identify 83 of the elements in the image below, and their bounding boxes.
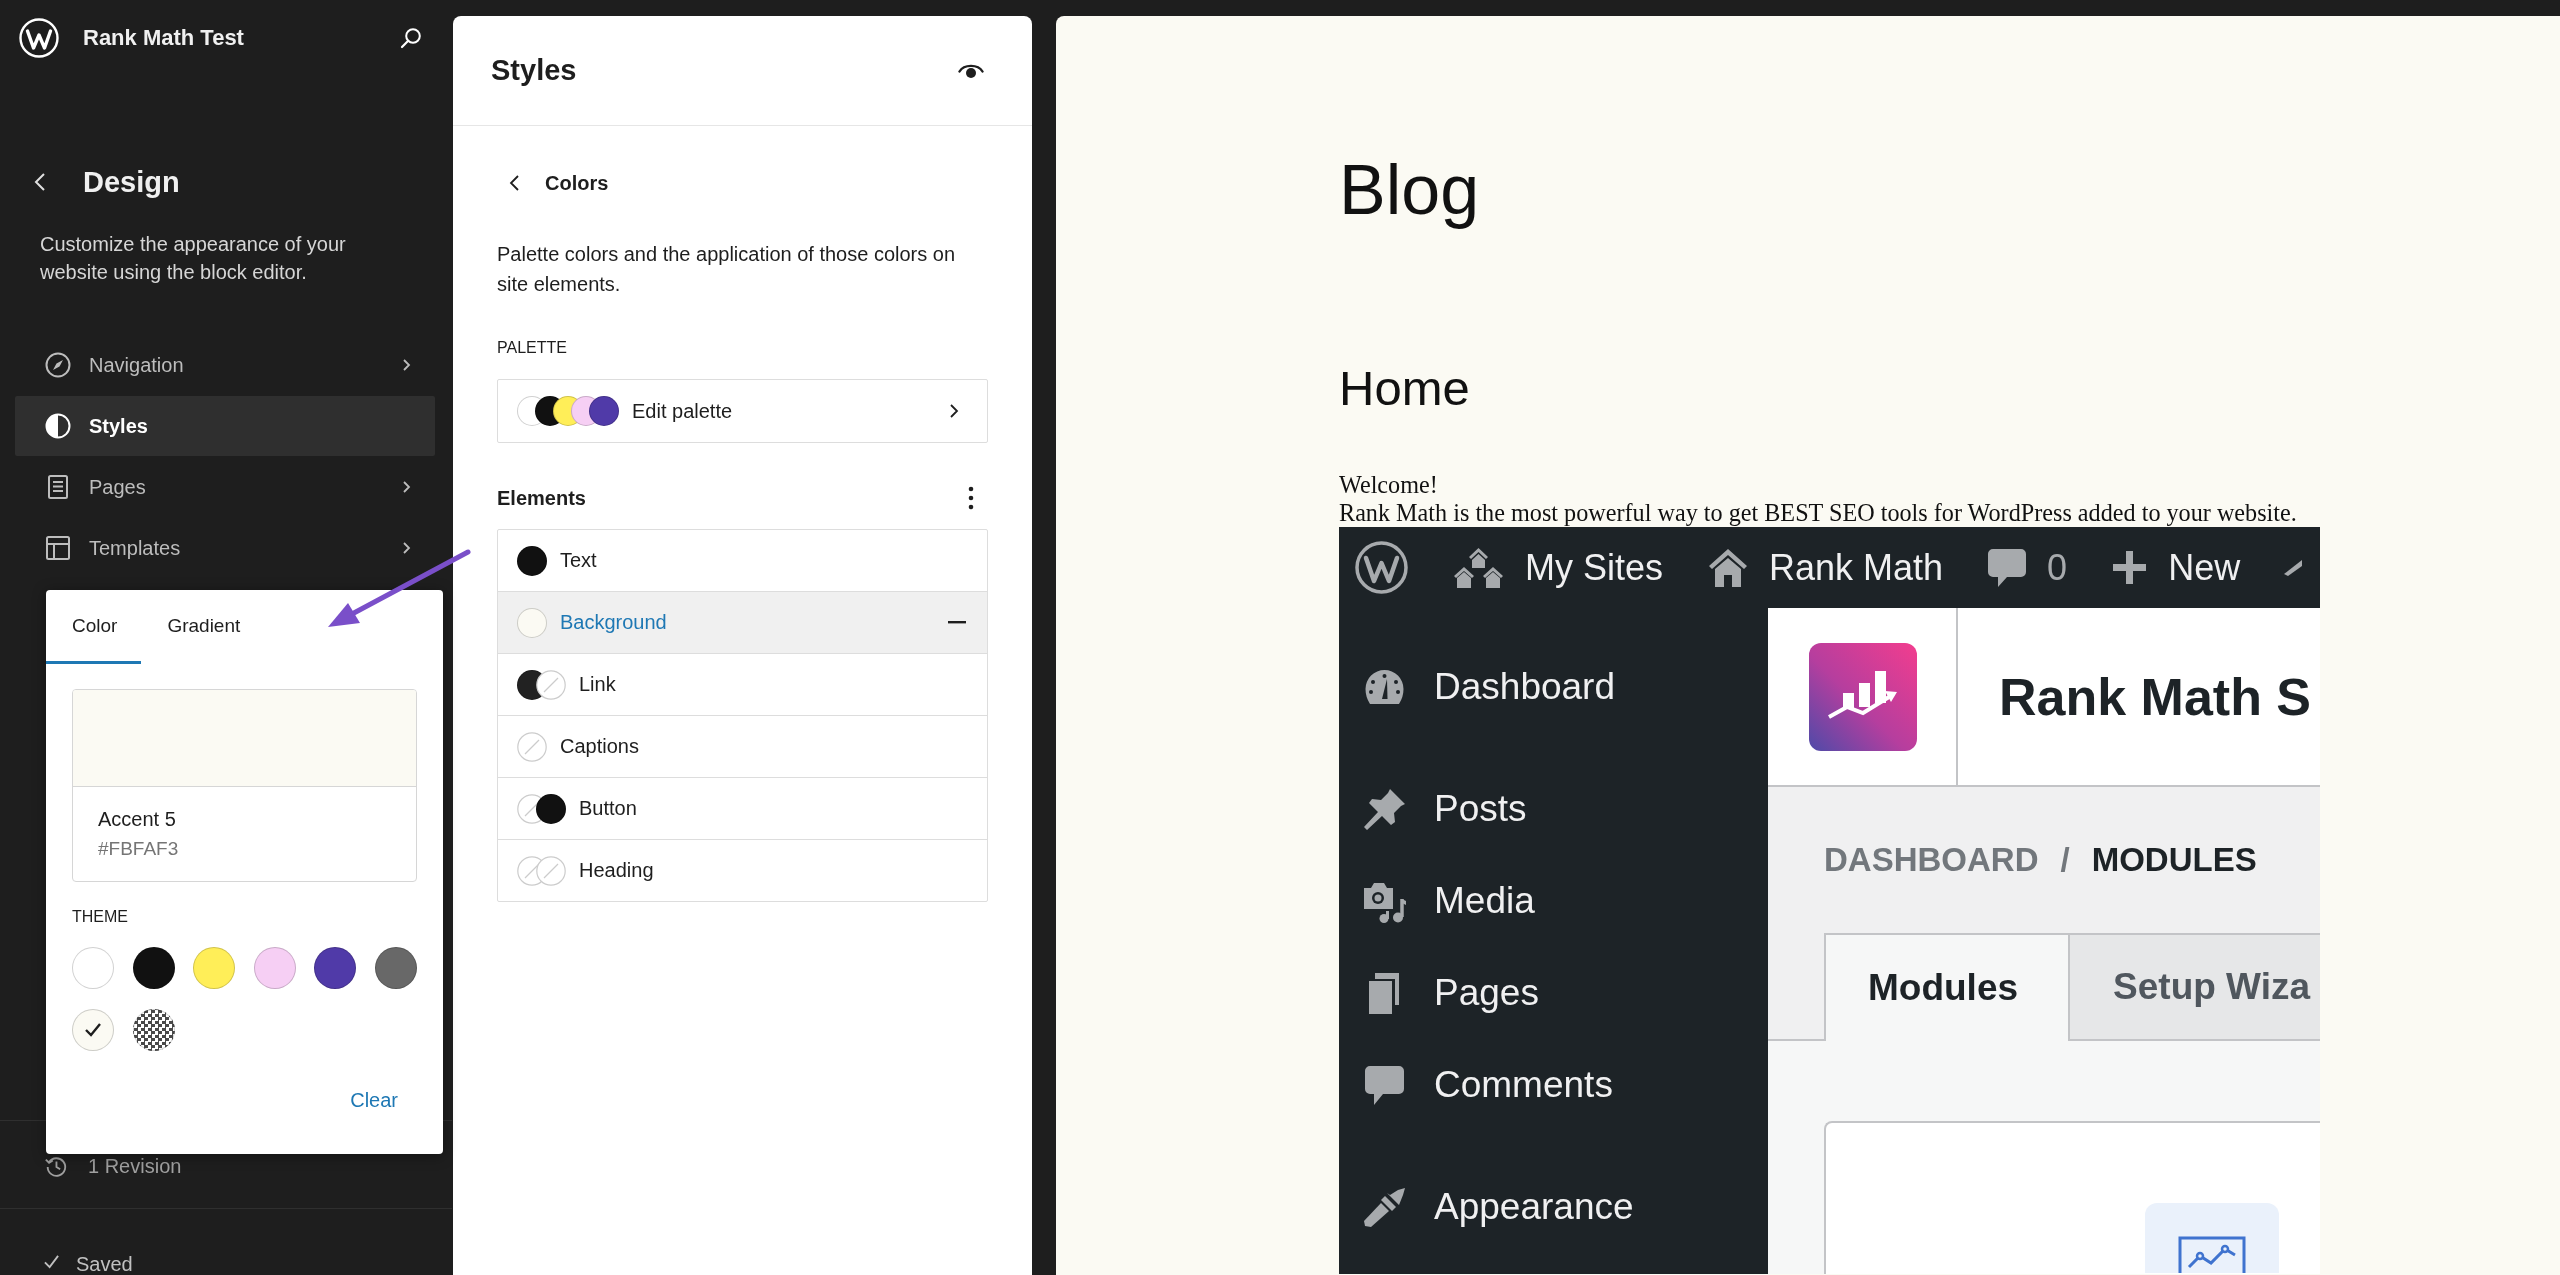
speech-bubble-icon — [1987, 546, 2028, 589]
no-color-icon — [517, 731, 547, 762]
palette-label: PALETTE — [497, 338, 567, 358]
no-color-icon — [536, 669, 566, 700]
logo-icon[interactable] — [19, 18, 59, 58]
sidebar-description: Customize the appearance of your website using the block editor. — [40, 232, 347, 285]
no-color-icon — [536, 855, 566, 886]
page-heading: Home — [1339, 360, 1470, 417]
section-caption: Modules — [1824, 933, 2071, 1041]
houses-icon — [1452, 545, 1505, 590]
chevron-right-icon — [402, 541, 411, 555]
color-swatch[interactable] — [314, 947, 357, 989]
section-title: Colors — [545, 171, 609, 195]
panel-title: Styles — [491, 54, 577, 87]
picker-tab[interactable]: Gradient — [141, 590, 265, 664]
compass-icon — [45, 352, 71, 378]
house-icon — [1707, 546, 1750, 589]
color-name: Accent 5 — [98, 808, 176, 831]
element-row[interactable]: Captions — [498, 715, 987, 777]
element-row[interactable]: Background — [498, 591, 987, 653]
sidebar-nav-item[interactable]: Pages — [15, 457, 435, 517]
chevron-right-icon — [402, 480, 411, 494]
minus-icon[interactable] — [948, 621, 966, 624]
toolbar-label: My Sites — [1525, 546, 1664, 589]
breadcrumb-item: DASHBOARD — [1824, 841, 2039, 879]
picker-tab[interactable]: Color — [46, 590, 142, 664]
color-hex-value: #FBFAF3 — [98, 838, 179, 860]
chevron-right-icon — [402, 358, 411, 372]
more-options-icon[interactable] — [968, 486, 974, 510]
page-title: Blog — [1339, 150, 1480, 231]
element-row[interactable]: Link — [498, 653, 987, 715]
sidebar-nav-item[interactable]: Styles — [15, 396, 435, 456]
color-swatch[interactable] — [72, 1009, 114, 1051]
check-icon — [43, 1254, 60, 1269]
site-title: Rank Math Test — [83, 25, 244, 51]
search-icon[interactable] — [399, 26, 423, 50]
section-caption: Setup Wiza — [2070, 933, 2320, 1039]
menu-label: Posts — [1434, 788, 1527, 830]
menu-label: Media — [1434, 880, 1535, 922]
breadcrumb-item: MODULES — [2091, 841, 2257, 879]
plus-icon — [2111, 549, 2149, 586]
menu-label: Dashboard — [1434, 666, 1615, 708]
chevron-right-icon — [949, 403, 959, 419]
transparent-swatch[interactable] — [132, 1009, 175, 1051]
logo-icon — [1355, 541, 1408, 594]
color-swatch[interactable] — [374, 947, 417, 989]
body-text: Welcome! — [1339, 471, 1438, 499]
chart-logo-icon — [1809, 642, 1917, 751]
sidebar-nav-item[interactable]: Templates — [15, 518, 435, 578]
toolbar-label: New — [2168, 546, 2241, 589]
back-icon[interactable] — [508, 174, 520, 192]
color-value-card[interactable]: Accent 5 #FBFAF3 — [72, 689, 417, 882]
sidebar-heading: Design — [83, 165, 180, 199]
history-icon — [44, 1154, 68, 1178]
chart-icon — [2145, 1203, 2279, 1273]
contrast-icon — [45, 413, 71, 439]
color-swatch[interactable] — [253, 947, 296, 989]
body-text: Rank Math is the most powerful way to get BEST SEO tools for WordPress added to your website. — [1339, 499, 2297, 527]
element-row[interactable]: Text — [498, 530, 987, 591]
clear-button[interactable]: Clear — [338, 1083, 410, 1118]
edit-palette-button[interactable]: Edit palette — [497, 379, 988, 443]
menu-label: Pages — [1434, 972, 1539, 1014]
menu-label: Appearance — [1434, 1186, 1634, 1228]
menu-label: Comments — [1434, 1064, 1613, 1106]
color-swatch[interactable] — [193, 947, 236, 989]
sidebar-nav-item[interactable]: Navigation — [15, 335, 435, 395]
cut-off-icon — [2284, 559, 2303, 576]
revisions-button[interactable]: 1 Revision — [44, 1154, 190, 1178]
element-row[interactable]: Heading — [498, 839, 987, 901]
pushpin-icon — [1362, 786, 1407, 832]
toolbar-label: Rank Math — [1769, 546, 1944, 589]
color-swatch[interactable] — [132, 947, 175, 989]
toolbar-label: 0 — [2047, 546, 2068, 589]
plugin-title: Rank Math S — [1999, 666, 2312, 727]
layout-icon — [45, 535, 71, 561]
section-label: THEME — [72, 908, 128, 926]
section-description: Palette colors and the application of those colors on site elements. — [497, 242, 957, 297]
page-icon — [45, 474, 71, 500]
breadcrumb-separator: / — [2060, 841, 2070, 879]
save-status: Saved — [76, 1254, 133, 1275]
element-row[interactable]: Button — [498, 777, 987, 839]
color-swatch[interactable] — [72, 947, 114, 989]
elements-label: Elements — [497, 486, 586, 510]
